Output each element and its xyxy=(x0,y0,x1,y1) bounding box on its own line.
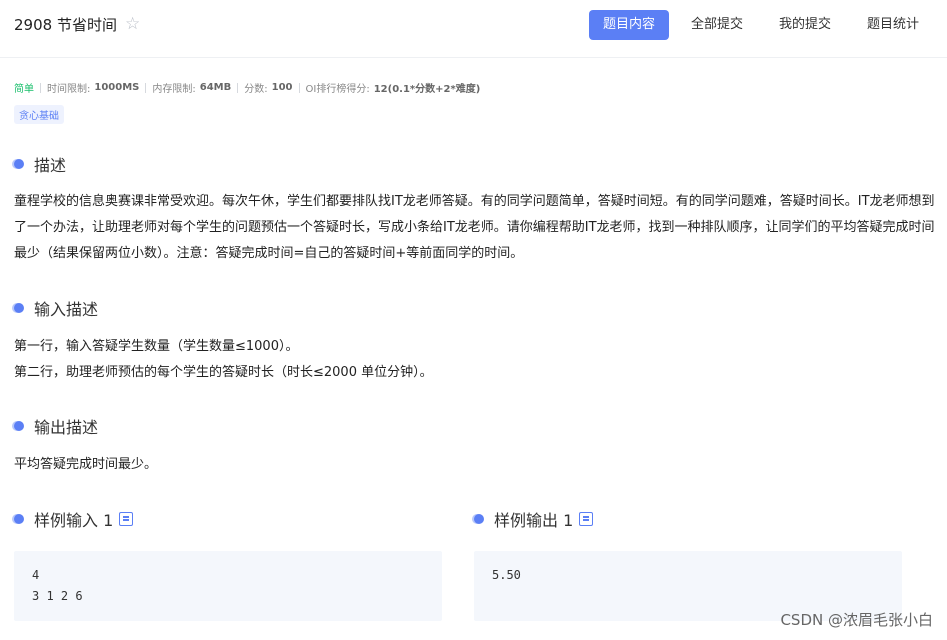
description-heading: 描述 xyxy=(14,152,66,176)
description-heading-label: 描述 xyxy=(34,156,67,175)
tab-problem-content[interactable]: 题目内容 xyxy=(588,10,669,40)
top-bar: 2908 节省时间 ☆ 题目内容 全部提交 我的提交 题目统计 xyxy=(0,0,947,58)
difficulty-label: 简单 xyxy=(14,84,34,95)
sample-input-heading-label: 样例输入 1 xyxy=(34,511,114,530)
problem-title: 2908 节省时间 xyxy=(14,16,117,34)
score-value: 100 xyxy=(271,82,293,93)
bullet-icon xyxy=(14,159,24,169)
watermark: CSDN @浓眉毛张小白 xyxy=(780,611,933,629)
oi-score-label: OI排行榜得分: xyxy=(305,84,370,95)
tab-all-submissions[interactable]: 全部提交 xyxy=(677,10,757,40)
star-icon[interactable]: ☆ xyxy=(125,16,140,33)
bullet-icon xyxy=(14,421,24,431)
time-limit-label: 时间限制: xyxy=(47,84,91,95)
bullet-icon xyxy=(14,303,24,313)
bullet-icon xyxy=(14,514,24,524)
score-label: 分数: xyxy=(244,84,268,95)
description-text: 童程学校的信息奥赛课非常受欢迎。每次午休，学生们都要排队找IT龙老师答疑。有的同… xyxy=(14,194,935,261)
memory-limit-label: 内存限制: xyxy=(152,84,196,95)
oi-score-formula: 12(0.1*分数+2*难度) xyxy=(373,84,481,95)
tab-problem-stats[interactable]: 题目统计 xyxy=(853,10,933,40)
copy-icon[interactable] xyxy=(119,512,134,526)
sample-input-heading: 样例输入 1 xyxy=(14,507,134,531)
topic-tag[interactable]: 贪心基础 xyxy=(14,105,64,124)
output-heading: 输出描述 xyxy=(14,414,98,438)
problem-meta: 简单 时间限制: 1000MS 内存限制: 64MB 分数: 100 OI排行榜… xyxy=(14,80,480,95)
input-line-2: 第二行，助理老师预估的每个学生的答疑时长（时长≤2000 单位分钟）。 xyxy=(14,365,433,380)
time-limit-value: 1000MS xyxy=(94,82,140,93)
sample-output-heading-label: 样例输出 1 xyxy=(494,511,574,530)
output-description: 平均答疑完成时间最少。 xyxy=(14,457,158,472)
bullet-icon xyxy=(474,514,484,524)
divider xyxy=(237,82,239,93)
memory-limit-value: 64MB xyxy=(199,82,232,93)
output-heading-label: 输出描述 xyxy=(34,418,99,437)
sample-output-heading: 样例输出 1 xyxy=(474,507,594,531)
divider xyxy=(298,82,300,93)
divider xyxy=(40,82,41,93)
input-description: 第一行，输入答疑学生数量（学生数量≤1000）。 第二行，助理老师预估的每个学生… xyxy=(14,334,936,386)
input-heading: 输入描述 xyxy=(14,296,98,320)
input-line-1: 第一行，输入答疑学生数量（学生数量≤1000）。 xyxy=(14,339,299,354)
tab-my-submissions[interactable]: 我的提交 xyxy=(765,10,845,40)
divider xyxy=(145,82,147,93)
input-heading-label: 输入描述 xyxy=(34,300,99,319)
tab-bar: 题目内容 全部提交 我的提交 题目统计 xyxy=(581,10,933,40)
problem-title-row: 2908 节省时间 ☆ xyxy=(14,14,140,35)
sample-input-box: 4 3 1 2 6 xyxy=(14,551,442,621)
copy-icon[interactable] xyxy=(579,512,594,526)
